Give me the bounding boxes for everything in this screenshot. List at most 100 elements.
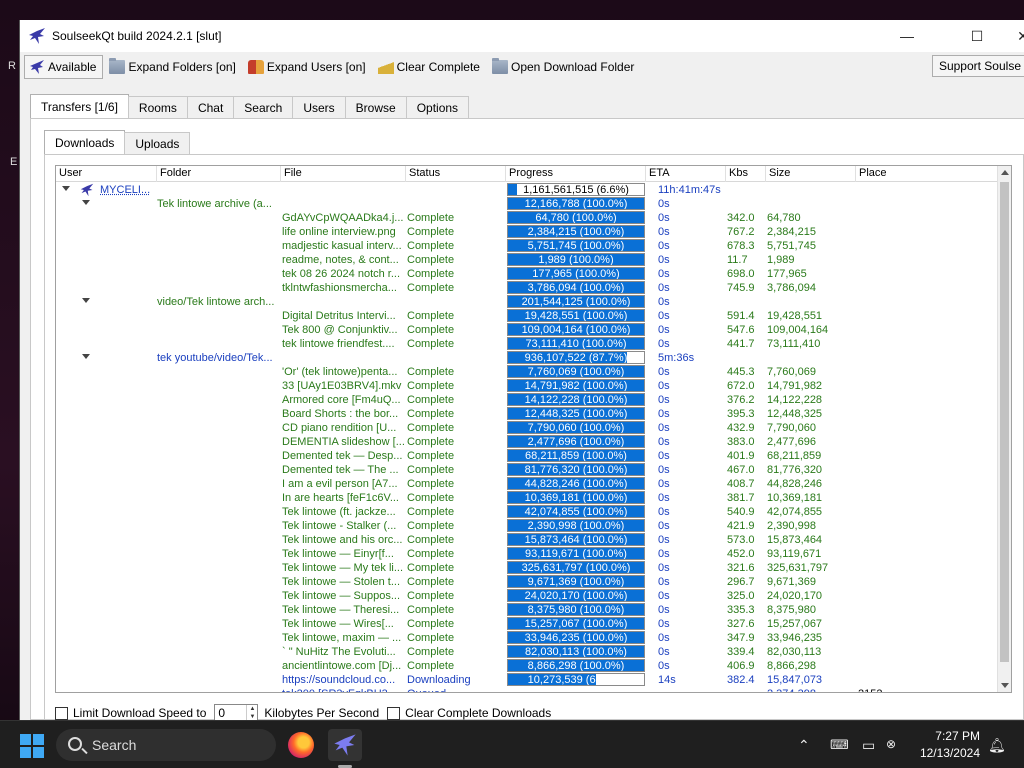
table-row[interactable]: Board Shorts : the bor... Complete 395.3 12… <box>56 407 998 421</box>
support-soulseek-button[interactable]: Support Soulse <box>931 55 1024 77</box>
speed-limit-stepper[interactable]: 0 ▲ ▼ <box>214 704 259 720</box>
vertical-scrollbar[interactable] <box>997 166 1011 692</box>
kbs-value: 445.3 <box>727 366 755 378</box>
table-row[interactable]: Demented tek — The ... Complete 467.0 81,77… <box>56 463 998 477</box>
windows-start-icon[interactable] <box>20 734 44 758</box>
volume-muted-icon[interactable]: ⊗ <box>886 737 896 751</box>
table-row[interactable]: Tek lintowe — Wires[... Complete 327.6 15,2… <box>56 617 998 631</box>
minimize-button[interactable]: — <box>884 20 930 52</box>
table-row[interactable]: Tek lintowe — Theresi... Complete 335.3 8,3… <box>56 603 998 617</box>
table-row[interactable]: Demented tek — Desp... Complete 401.9 68,21… <box>56 449 998 463</box>
table-row[interactable]: Tek lintowe — Suppos... Complete 325.0 24,0… <box>56 589 998 603</box>
taskbar-search[interactable]: Search <box>56 729 276 761</box>
folder-row[interactable]: tek youtube/video/Tek... 936,107,522 (87.… <box>56 351 998 365</box>
table-row[interactable]: Tek lintowe — Einyr[f... Complete 452.0 93,… <box>56 547 998 561</box>
column-eta[interactable]: ETA <box>646 166 726 182</box>
table-row[interactable]: 33 [UAy1E03BRV4].mkv Complete 672.0 14,791,… <box>56 379 998 393</box>
table-row[interactable]: life online interview.png Complete 767.2 2,… <box>56 225 998 239</box>
progress-text: 10,369,181 (100.0%) <box>524 492 628 504</box>
clear-complete-button[interactable]: Clear Complete <box>374 55 486 79</box>
size-value: 14,791,982 <box>767 380 823 392</box>
file-name: Board Shorts : the bor... <box>282 408 399 420</box>
limit-speed-checkbox[interactable] <box>55 706 68 720</box>
size-value: 93,119,671 <box>767 548 822 560</box>
column-status[interactable]: Status <box>406 166 506 182</box>
expand-folders-button[interactable]: Expand Folders [on] <box>105 55 241 79</box>
tab-users[interactable]: Users <box>292 96 346 118</box>
table-row[interactable]: GdAYvCpWQAADka4.j... Complete 342.0 64,780 6… <box>56 211 998 225</box>
table-row[interactable]: ancientlintowe.com [Dj... Complete 406.9 8,… <box>56 659 998 673</box>
column-folder[interactable]: Folder <box>157 166 281 182</box>
tab-downloads[interactable]: Downloads <box>44 130 126 154</box>
table-row[interactable]: https://soundcloud.co... Downloading 382.4… <box>56 673 998 687</box>
table-row[interactable]: Digital Detritus Intervi... Complete 591.4… <box>56 309 998 323</box>
tab-uploads[interactable]: Uploads <box>124 132 191 154</box>
table-row[interactable]: I am a evil person [A7... Complete 408.7 44… <box>56 477 998 491</box>
table-row[interactable]: tek200 [SR3vFqkBH3...Queued 2,374,3982152 <box>56 687 998 692</box>
maximize-button[interactable]: ☐ <box>954 20 1000 52</box>
table-row[interactable]: 'Or' (tek lintowe)penta... Complete 445.3 7… <box>56 365 998 379</box>
notification-bell-icon[interactable]: 🔔︎ <box>988 737 1006 754</box>
display-icon[interactable]: ▭ <box>862 737 875 754</box>
column-progress[interactable]: Progress <box>506 166 646 182</box>
progress-bar: 936,107,522 (87.7%) <box>507 351 645 364</box>
tab-search[interactable]: Search <box>233 96 294 118</box>
stepper-arrows-icon[interactable]: ▲ ▼ <box>246 705 257 720</box>
table-row[interactable]: ` " NuHitz The Evoluti... Complete 339.4 82… <box>56 645 998 659</box>
expand-arrow-icon[interactable] <box>62 186 70 191</box>
expand-arrow-icon[interactable] <box>82 200 90 205</box>
keyboard-icon[interactable]: ⌨ <box>830 737 849 753</box>
eta-value: 0s <box>658 646 670 658</box>
tab-options[interactable]: Options <box>405 96 470 118</box>
scroll-up-icon[interactable] <box>1001 170 1009 175</box>
clear-complete-downloads-checkbox[interactable] <box>387 706 401 720</box>
column-kbs[interactable]: Kbs <box>726 166 766 182</box>
kbs-value: 382.4 <box>727 674 755 686</box>
firefox-icon[interactable] <box>288 732 314 758</box>
column-file[interactable]: File <box>281 166 406 182</box>
user-row[interactable]: MYCELI... 1,161,561,515 (6.6%) 11h:41m:47s <box>56 183 998 197</box>
status-text: Complete <box>407 268 455 280</box>
expand-arrow-icon[interactable] <box>82 298 90 303</box>
available-button[interactable]: Available <box>24 55 104 79</box>
open-download-folder-button[interactable]: Open Download Folder <box>488 55 640 79</box>
table-row[interactable]: readme, notes, & cont... Complete 11.7 1,98… <box>56 253 998 267</box>
expand-users-button[interactable]: Expand Users [on] <box>244 55 372 79</box>
tab-browse[interactable]: Browse <box>344 96 407 118</box>
folder-row[interactable]: video/Tek lintowe arch... 201,544,125 (10… <box>56 295 998 309</box>
file-name: madjestic kasual interv... <box>282 240 402 252</box>
expand-arrow-icon[interactable] <box>82 354 90 359</box>
table-row[interactable]: tek lintowe friendfest.... Complete 441.7 7… <box>56 337 998 351</box>
scrollbar-thumb[interactable] <box>1000 182 1009 662</box>
table-row[interactable]: Tek lintowe — Stolen t... Complete 296.7 9,… <box>56 575 998 589</box>
tab-rooms[interactable]: Rooms <box>127 96 188 118</box>
table-row[interactable]: Tek lintowe - Stalker (... Complete 421.9 2… <box>56 519 998 533</box>
table-row[interactable]: Tek 800 @ Conjunktiv... Complete 547.6 109,… <box>56 323 998 337</box>
tab-chat[interactable]: Chat <box>186 96 235 118</box>
table-row[interactable]: Tek lintowe — My tek li... Complete 321.6 3… <box>56 561 998 575</box>
table-row[interactable]: In are hearts [feF1c6V... Complete 381.7 10… <box>56 491 998 505</box>
system-clock[interactable]: 7:27 PM 12/13/2024 <box>920 728 980 762</box>
table-row[interactable]: Armored core [Fm4uQ... Complete 376.2 14,12… <box>56 393 998 407</box>
table-row[interactable]: DEMENTIA slideshow [... Complete 383.0 2,47… <box>56 435 998 449</box>
size-value: 68,211,859 <box>767 450 822 462</box>
table-row[interactable]: Tek lintowe and his orc... Complete 573.0 1… <box>56 533 998 547</box>
chevron-up-icon[interactable]: ⌃ <box>798 737 810 754</box>
progress-text: 19,428,551 (100.0%) <box>524 310 628 322</box>
tab-transfers[interactable]: Transfers [1/6] <box>30 94 129 118</box>
table-row[interactable]: madjestic kasual interv... Complete 678.3 5… <box>56 239 998 253</box>
scroll-down-icon[interactable] <box>1001 683 1009 688</box>
soulseek-taskbar-button[interactable] <box>328 729 362 761</box>
column-user[interactable]: User <box>56 166 157 182</box>
close-button[interactable]: ✕ <box>1000 20 1024 52</box>
table-row[interactable]: tek 08 26 2024 notch r... Complete 698.0 17… <box>56 267 998 281</box>
table-row[interactable]: Tek lintowe, maxim — ... Complete 347.9 33,… <box>56 631 998 645</box>
folder-row[interactable]: Tek lintowe archive (a... 12,166,788 (100… <box>56 197 998 211</box>
table-row[interactable]: tklntwfashionsmercha... Complete 745.9 3,78… <box>56 281 998 295</box>
column-size[interactable]: Size <box>766 166 856 182</box>
file-name: Armored core [Fm4uQ... <box>282 394 401 406</box>
column-place[interactable]: Place <box>856 166 998 182</box>
speed-limit-value: 0 <box>218 706 226 720</box>
table-row[interactable]: CD piano rendition [U... Complete 432.9 7,7… <box>56 421 998 435</box>
table-row[interactable]: Tek lintowe (ft. jackze... Complete 540.9 4… <box>56 505 998 519</box>
